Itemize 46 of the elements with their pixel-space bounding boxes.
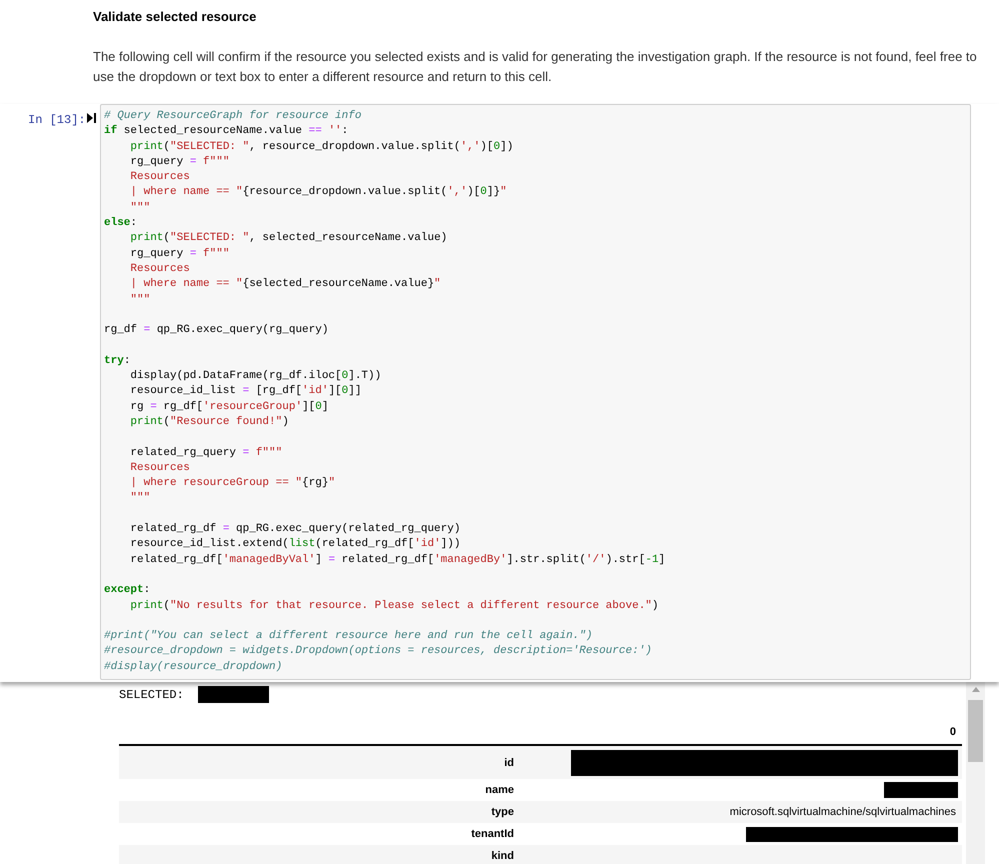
run-icon[interactable] [87,113,96,123]
code-line: related_rg_df['managedByVal'] = related_rg_df['managedBy'].str.split('/').str[-1] [129,552,666,568]
code-line: try: [104,354,132,369]
cell-value: microsoft.sqlvirtualmachine/sqlvirtualmachines [730,805,957,820]
code-line: Resources [129,460,191,476]
column-header: 0 [950,724,956,740]
code-line: """ [129,292,152,308]
code-line: else: [104,216,138,232]
code-line: # Query ResourceGraph for resource info [104,109,362,124]
code-line: rg_df = qp_RG.exec_query(rg_query) [104,323,330,338]
code-line: #resource_dropdown = widgets.Dropdown(options = resources, description='Resource:') [104,644,653,660]
code-line: """ [129,200,152,216]
code-line: rg_query = f""" [129,246,230,262]
code-line: print("SELECTED: ", selected_resourceName.value) [129,231,448,246]
code-line: resource_id_list = [rg_df['id'][0]] [129,384,362,400]
code-line: Resources [129,262,191,277]
code-line: Resources [129,170,191,186]
code-line: resource_id_list.extend(list(related_rg_df['id'])) [129,537,462,552]
row-label: id [503,756,514,771]
row-label: name [484,783,514,798]
code-line: """ [129,491,152,506]
code-line: display(pd.DataFrame(rg_df.iloc[0].T)) [129,369,382,384]
scrollbar-thumb[interactable] [968,700,983,762]
code-line: rg_query = f""" [129,154,230,170]
scroll-up-icon[interactable] [972,686,980,692]
scrollbar[interactable] [966,682,985,864]
code-line: related_rg_df = qp_RG.exec_query(related_rg_query) [129,522,462,538]
code-line: #print("You can select a different resource here and run the cell again.") [104,629,594,644]
row-label: type [490,805,514,820]
cell-prompt: In [13]: [28,112,86,129]
code-line: print("SELECTED: ", resource_dropdown.value.split(',')[0]) [129,140,514,155]
code-line: print("No results for that resource. Please select a different resource above.") [129,598,660,614]
output-text: SELECTED: [119,686,184,704]
row-label: tenantId [470,827,514,842]
code-line: #display(resource_dropdown) [104,660,284,675]
code-line: related_rg_query = f""" [129,446,284,461]
code-line: | where name == "{selected_resourceName.value}" [129,277,442,292]
code-line: rg = rg_df['resourceGroup'][0] [129,400,330,415]
code-line: except: [104,583,152,598]
code-line: if selected_resourceName.value == '': [104,124,350,140]
code-line: | where name == "{resource_dropdown.value.split(',')[0]}" [129,185,508,200]
section-heading: Validate selected resource [93,9,258,25]
code-line: | where resourceGroup == "{rg}" [129,476,336,492]
description-paragraph: The following cell will confirm if the resource you selected exists and is valid for generating the investigation graph. If the resource is not found, feel free to use the dropdown or text box to enter a different resource and return to this cell. [93,48,978,86]
row-label: kind [490,849,514,864]
code-line: print("Resource found!") [129,414,290,430]
